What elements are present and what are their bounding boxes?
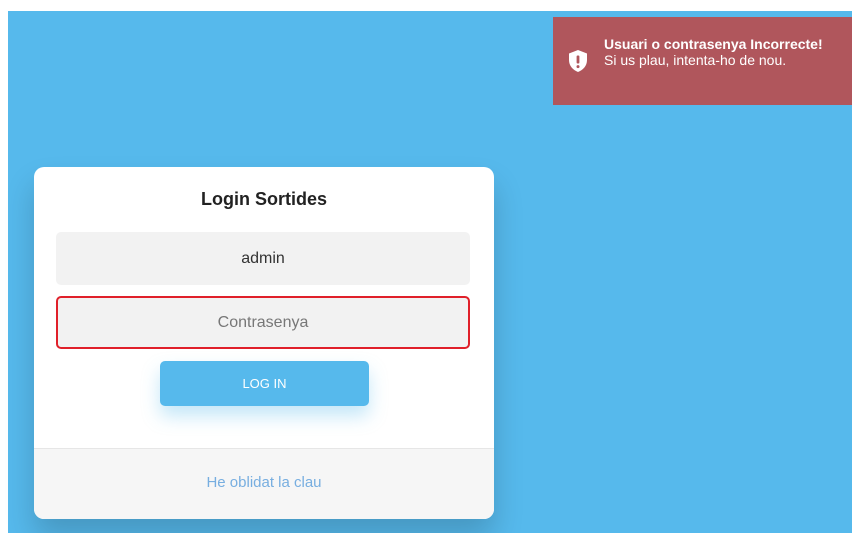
login-title: Login Sortides (201, 189, 327, 209)
username-input[interactable] (56, 232, 470, 285)
toast-title: Usuari o contrasenya Incorrecte! (604, 36, 823, 52)
login-button[interactable]: LOG IN (160, 361, 369, 406)
forgot-password-link[interactable]: He oblidat la clau (34, 474, 494, 491)
login-card: Login Sortides LOG IN He oblidat la clau (34, 167, 494, 519)
toast-text: Usuari o contrasenya Incorrecte! Si us p… (604, 36, 844, 68)
toast-message: Si us plau, intenta-ho de nou. (604, 52, 787, 68)
shield-icon (567, 49, 589, 73)
card-footer: He oblidat la clau (34, 448, 494, 519)
error-toast[interactable]: Usuari o contrasenya Incorrecte! Si us p… (553, 17, 852, 105)
password-input[interactable] (56, 296, 470, 349)
